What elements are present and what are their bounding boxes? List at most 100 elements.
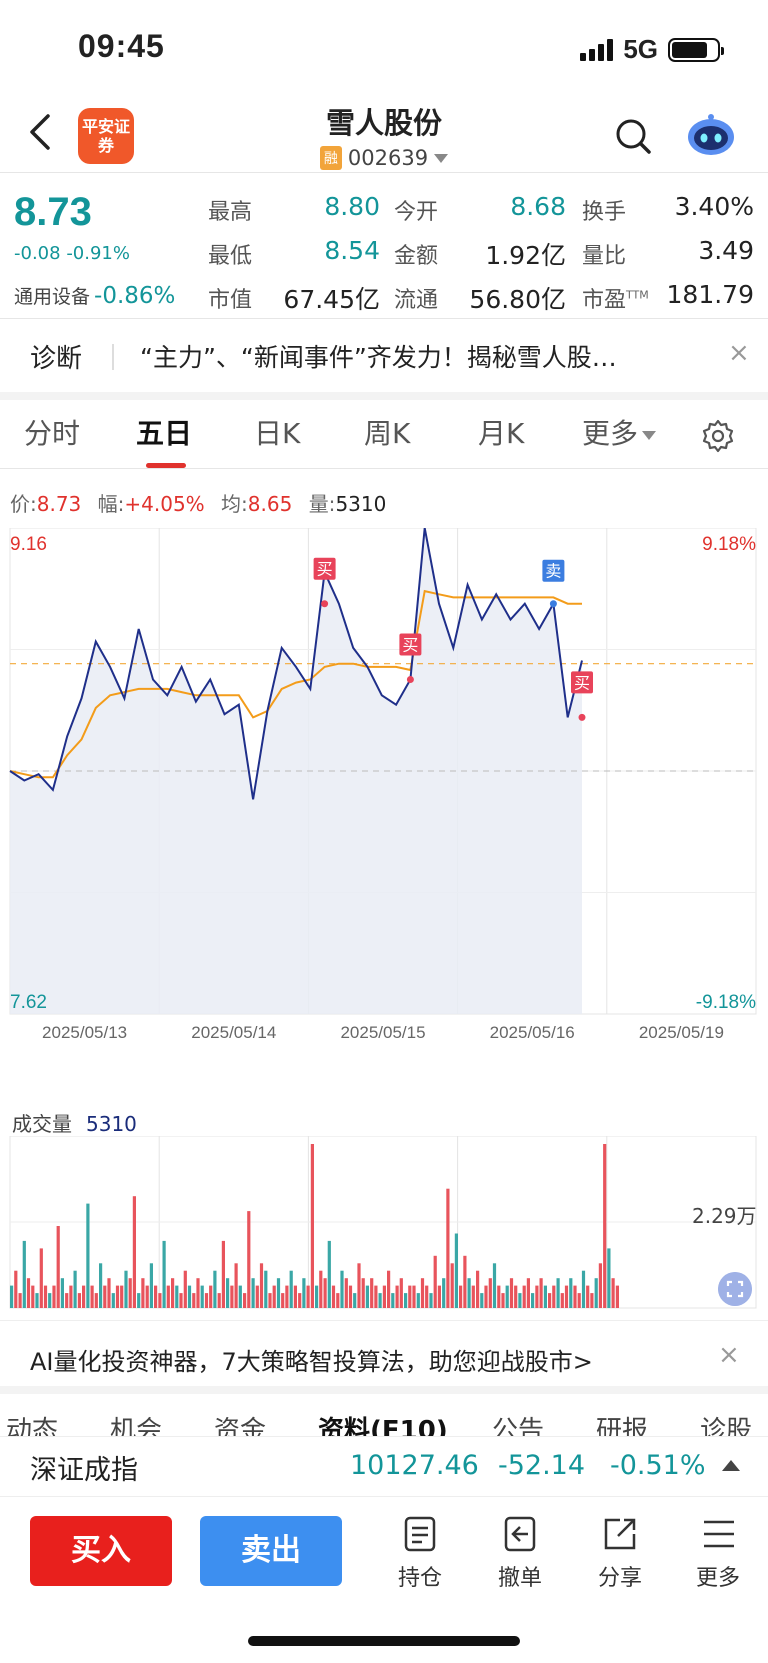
volume-bar [336,1293,340,1308]
stock-code-selector[interactable]: 融 002639 [0,146,768,170]
buy-button[interactable]: 买入 [30,1516,172,1586]
subtab-capital[interactable]: 资金 [214,1410,266,1438]
volume-bar [395,1285,399,1308]
volume-bar [10,1285,14,1308]
dropdown-icon [434,153,449,163]
volume-bar [192,1293,196,1308]
cancel-order-icon [504,1516,536,1552]
five-day-price-chart[interactable]: 买买卖买 9.16 7.62 9.18% -9.18% 2025/05/13 20… [0,528,768,1078]
quote-label-pe: 市盈TTM [582,282,649,314]
last-price: 8.73 [14,190,92,234]
index-value: 10127.46 [350,1450,479,1481]
diagnosis-text[interactable]: “主力”、“新闻事件”齐发力！揭秘雪人股… [140,338,700,374]
volume-bar [480,1293,484,1308]
quote-label-high: 最高 [208,200,253,225]
sector-change[interactable]: 通用设备 -0.86% [14,282,175,309]
divider [0,172,768,173]
date-label: 2025/05/16 [490,1023,575,1042]
volume-bar [374,1285,378,1308]
close-icon[interactable]: × [718,1340,740,1370]
volume-bar [196,1278,200,1308]
volume-bar [353,1293,357,1308]
subtab-research[interactable]: 研报 [596,1410,648,1438]
quote-value-turnover: 3.40% [674,192,754,221]
volume-bar [319,1270,323,1308]
more-label: 更多 [695,1566,740,1591]
tab-daily-k[interactable]: 日K [254,412,300,452]
volume-bar [518,1293,522,1308]
ai-assistant-icon[interactable] [686,112,736,158]
quote-value-high: 8.80 [324,192,380,221]
volume-bar [552,1285,556,1308]
diagnosis-label: 诊断 [30,344,83,374]
tab-weekly-k[interactable]: 周K [364,412,410,452]
stock-code: 002639 [347,146,429,170]
volume-bar [340,1270,344,1308]
subtab-diagnosis[interactable]: 诊股 [700,1410,752,1438]
date-label: 2025/05/13 [42,1023,127,1042]
subtab-announcement[interactable]: 公告 [492,1410,544,1438]
svg-text:买: 买 [317,560,333,579]
tab-five-day[interactable]: 五日 [136,412,192,452]
info-range-label: 幅: [97,492,125,516]
volume-bar [327,1240,331,1308]
cancel-order-button[interactable]: 撤单 [480,1514,560,1592]
sell-button[interactable]: 卖出 [200,1516,342,1586]
volume-bar [607,1248,611,1308]
quote-label-turnover: 换手 [582,200,627,225]
volume-bar [408,1285,412,1308]
volume-bar [137,1293,141,1308]
subtab-news[interactable]: 动态 [6,1410,58,1438]
search-icon[interactable] [614,117,652,155]
tab-more[interactable]: 更多 [582,412,657,452]
change-percent: -0.91% [66,243,130,264]
volume-bar [48,1293,52,1308]
tab-intraday[interactable]: 分时 [24,412,80,452]
volume-bar [331,1285,336,1308]
expand-icon[interactable] [718,1272,752,1306]
section-gap [0,392,768,400]
volume-bar [285,1285,289,1308]
volume-value: 5310 [86,1112,137,1136]
more-button[interactable]: 更多 [678,1514,758,1592]
volume-bar [226,1278,230,1308]
info-avg-value: 8.65 [247,492,293,516]
volume-bar [111,1293,115,1308]
volume-bar [251,1278,255,1308]
volume-bar [509,1278,514,1308]
info-avg-label: 均: [221,492,248,516]
date-label: 2025/05/14 [191,1023,276,1042]
tab-monthly-k[interactable]: 月K [478,412,524,452]
volume-grid [9,1136,757,1309]
expand-up-icon[interactable] [722,1460,740,1471]
volume-bar [52,1285,56,1308]
volume-bar [615,1285,619,1308]
positions-button[interactable]: 持仓 [380,1514,460,1592]
volume-bar [433,1255,437,1308]
volume-bar [179,1293,183,1308]
volume-chart[interactable] [0,1136,768,1314]
price-change: -0.08 -0.91% [14,243,130,264]
subtab-f10[interactable]: 资料(F10) [318,1410,448,1438]
pe-label: 市盈 [582,288,627,313]
margin-badge: 融 [319,146,342,170]
volume-bar [107,1278,111,1308]
quote-value-market-cap: 67.45亿 [283,285,380,314]
volume-bar [573,1285,577,1308]
stock-name: 雪人股份 [325,106,442,140]
volume-bar [90,1285,94,1308]
volume-bar [501,1293,505,1308]
volume-bar [446,1188,450,1308]
subtab-opportunity[interactable]: 机会 [110,1410,162,1438]
volume-bar [145,1285,149,1308]
volume-bar [217,1293,221,1308]
volume-bar [200,1285,204,1308]
ai-promo-text[interactable]: AI量化投资神器，7大策略智投算法，助您迎战股市> [30,1342,593,1377]
volume-bar [484,1285,488,1308]
share-button[interactable]: 分享 [580,1514,660,1592]
dropdown-icon [642,430,657,440]
volume-bar [442,1278,446,1308]
close-icon[interactable]: × [728,338,750,368]
info-range-value: +4.05% [124,492,205,516]
gear-icon[interactable] [700,418,736,454]
